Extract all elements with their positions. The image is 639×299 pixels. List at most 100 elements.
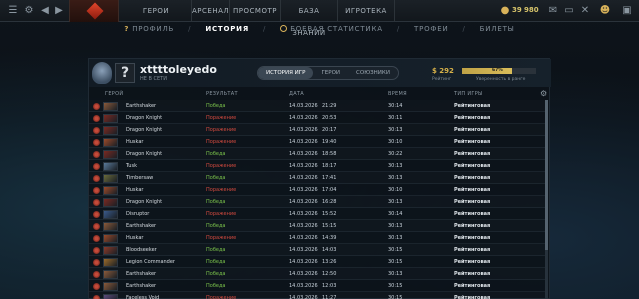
settings-gear-icon[interactable]: ⚙ — [22, 4, 36, 18]
table-row[interactable]: Huskar Поражение 14.03.2026 14:39 30:13 Рейти… — [89, 232, 545, 244]
menu-icon[interactable]: ☰ — [6, 4, 20, 18]
hero-portrait — [103, 174, 118, 183]
col-hero[interactable]: ГЕРОЙ — [105, 91, 123, 97]
nav-arcade[interactable]: ИГРОТЕКА — [338, 0, 395, 22]
hero-portrait — [103, 210, 118, 219]
table-row[interactable]: Disruptor Поражение 14.03.2026 15:52 30:14 Ре… — [89, 208, 545, 220]
friends-icon[interactable]: ▣ — [620, 4, 634, 18]
match-duration: 30:14 — [388, 103, 403, 109]
col-date[interactable]: ДАТА — [289, 91, 304, 97]
match-duration: 30:11 — [388, 115, 403, 121]
hero-name: Earthshaker — [126, 223, 157, 229]
tray-value-1: 39 — [512, 6, 522, 14]
profile-header: ? xttttoleyedo НЕ В СЕТИ ИСТОРИЯ ИГР ГЕР… — [89, 59, 551, 87]
tab-match-history[interactable]: ИСТОРИЯ ИГР — [258, 67, 314, 79]
hero-name: Bloodseeker — [126, 247, 157, 253]
table-row[interactable]: Earthshaker Победа 14.03.2026 15:15 30:13 Рей… — [89, 220, 545, 232]
tab-battle-stats[interactable]: БОЕВАЯ СТАТИСТИКА — [280, 25, 383, 33]
game-type: Рейтинговая — [454, 175, 491, 181]
nav-armory[interactable]: АРСЕНАЛ — [192, 0, 230, 22]
match-result: Поражение — [206, 139, 237, 145]
match-time: 20:17 — [322, 127, 337, 133]
match-duration: 30:22 — [388, 151, 403, 157]
table-row[interactable]: Timbersaw Победа 14.03.2026 17:41 30:13 Рейти… — [89, 172, 545, 184]
game-type: Рейтинговая — [454, 103, 491, 109]
table-row[interactable]: Dragon Knight Поражение 14.03.2026 20:17 30:… — [89, 124, 545, 136]
mail-icon[interactable]: ✉ — [546, 4, 560, 18]
match-history-panel: ? xttttoleyedo НЕ В СЕТИ ИСТОРИЯ ИГР ГЕР… — [88, 58, 551, 299]
nav-watch[interactable]: ПРОСМОТР — [230, 0, 281, 22]
top-bar: ☰ ⚙ ◀ ▶ ГЕРОИ АРСЕНАЛ ПРОСМОТР БАЗА ЗНАН… — [0, 0, 639, 37]
game-type: Рейтинговая — [454, 187, 491, 193]
match-date: 14.03.2026 — [289, 151, 318, 157]
game-type: Рейтинговая — [454, 151, 491, 157]
tab-history[interactable]: ИСТОРИЯ — [205, 25, 249, 33]
table-settings-gear-icon[interactable]: ⚙ — [540, 89, 547, 98]
table-row[interactable]: Dragon Knight Победа 14.03.2026 16:28 30:13 Р… — [89, 196, 545, 208]
plus-ring-icon — [280, 25, 288, 32]
table-row[interactable]: Dragon Knight Поражение 14.03.2026 20:53 30:… — [89, 112, 545, 124]
table-row[interactable]: Earthshaker Победа 14.03.2026 12:03 30:15 Рей… — [89, 280, 545, 292]
match-result: Победа — [206, 151, 226, 157]
scrollbar[interactable] — [545, 100, 548, 299]
hero-portrait — [103, 294, 118, 299]
hero-name: Earthshaker — [126, 103, 157, 109]
main-nav: ГЕРОИ АРСЕНАЛ ПРОСМОТР БАЗА ЗНАНИЙ ИГРОТ… — [121, 0, 395, 37]
separator: / — [462, 25, 466, 33]
rating-label: Рейтинг — [432, 77, 452, 82]
table-row[interactable]: Earthshaker Победа 14.03.2026 21:29 30:14 Рей… — [89, 100, 545, 112]
match-time: 18:17 — [322, 163, 337, 169]
profile-tray-icon[interactable]: ☻ — [598, 4, 612, 18]
hero-name: Earthshaker — [126, 271, 157, 277]
hero-portrait — [103, 162, 118, 171]
col-time[interactable]: ВРЕМЯ — [388, 91, 407, 97]
tab-profile[interactable]: ? ПРОФИЛЬ — [124, 25, 174, 33]
table-row[interactable]: Huskar Поражение 14.03.2026 17:04 30:10 Рейти… — [89, 184, 545, 196]
match-result: Поражение — [206, 127, 237, 133]
nav-knowledge[interactable]: БАЗА ЗНАНИЙ — [281, 0, 338, 37]
profile-subnav: ? ПРОФИЛЬ / ИСТОРИЯ / БОЕВАЯ СТАТИСТИКА /… — [0, 22, 639, 36]
match-date: 14.03.2026 — [289, 103, 318, 109]
tab-trophies[interactable]: ТРОФЕИ — [414, 25, 449, 33]
hero-name: Earthshaker — [126, 283, 157, 289]
table-row[interactable]: Earthshaker Победа 14.03.2026 12:50 30:13 Рей… — [89, 268, 545, 280]
table-row[interactable]: Dragon Knight Победа 14.03.2026 18:58 30:22 Р… — [89, 148, 545, 160]
scrollbar-thumb[interactable] — [545, 100, 548, 250]
match-result: Поражение — [206, 211, 237, 217]
tab-tickets[interactable]: БИЛЕТЫ — [480, 25, 515, 33]
tab-heroes[interactable]: ГЕРОИ — [313, 67, 348, 79]
tab-allies[interactable]: СОЮЗНИКИ — [348, 67, 398, 79]
table-row[interactable]: Huskar Поражение 14.03.2026 19:40 30:10 Рейти… — [89, 136, 545, 148]
table-row[interactable]: Faceless Void Поражение 14.03.2026 11:27 30:… — [89, 292, 545, 299]
col-game-type[interactable]: ТИП ИГРЫ — [454, 91, 483, 97]
separator: / — [396, 25, 400, 33]
hero-portrait — [103, 234, 118, 243]
match-result: Поражение — [206, 295, 237, 299]
match-result: Поражение — [206, 115, 237, 121]
table-header: ГЕРОЙ РЕЗУЛЬТАТ ДАТА ВРЕМЯ ТИП ИГРЫ ⚙ — [89, 89, 551, 99]
avatar[interactable]: ? — [115, 63, 135, 83]
rank-confidence-value: 67% — [492, 68, 503, 73]
game-type: Рейтинговая — [454, 295, 491, 299]
match-date: 14.03.2026 — [289, 115, 318, 121]
nav-heroes[interactable]: ГЕРОИ — [121, 0, 192, 22]
hero-name: Huskar — [126, 187, 144, 193]
dota-home-button[interactable] — [69, 0, 119, 22]
back-arrow-icon[interactable]: ◀ — [38, 4, 52, 18]
forward-arrow-icon[interactable]: ▶ — [52, 4, 66, 18]
minimize-icon[interactable]: ▭ — [562, 4, 576, 18]
match-rank-icon — [93, 235, 100, 242]
table-row[interactable]: Tusk Поражение 14.03.2026 18:17 30:13 Рейтинг… — [89, 160, 545, 172]
hero-portrait — [103, 186, 118, 195]
match-duration: 30:15 — [388, 283, 403, 289]
close-icon[interactable]: ✕ — [578, 4, 592, 18]
rating-value: $ 292 — [432, 67, 454, 75]
match-time: 20:53 — [322, 115, 337, 121]
match-rank-icon — [93, 127, 100, 134]
match-date: 14.03.2026 — [289, 247, 318, 253]
table-row[interactable]: Legion Commander Победа 14.03.2026 13:26 30:… — [89, 256, 545, 268]
match-time: 14:39 — [322, 235, 337, 241]
hero-portrait — [103, 198, 118, 207]
table-row[interactable]: Bloodseeker Победа 14.03.2026 14:03 30:15 Рей… — [89, 244, 545, 256]
col-result[interactable]: РЕЗУЛЬТАТ — [206, 91, 238, 97]
